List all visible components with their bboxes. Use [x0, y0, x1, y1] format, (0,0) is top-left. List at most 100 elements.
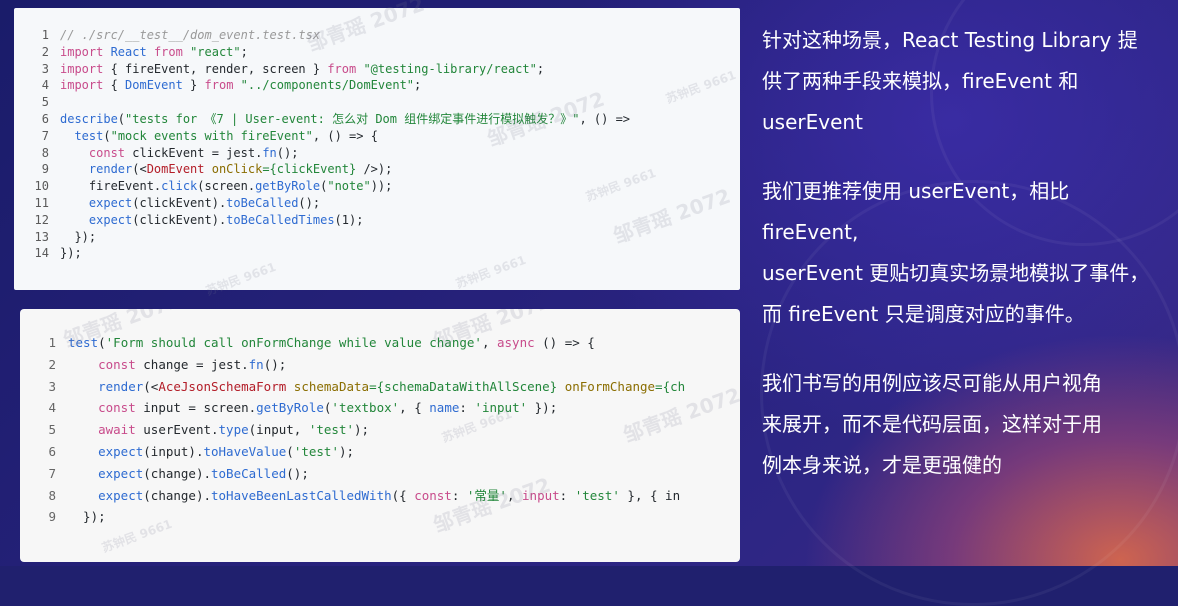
code-token: () => {	[542, 335, 595, 350]
code-token: click	[161, 179, 198, 194]
line-number: 4	[41, 78, 49, 93]
code-line: 5	[14, 94, 740, 111]
line-number: 9	[41, 162, 49, 177]
line-number: 8	[41, 145, 49, 160]
paragraph: 我们更推荐使用 userEvent，相比 fireEvent, userEven…	[762, 171, 1172, 335]
code-token: from	[327, 61, 364, 76]
line-number: 13	[34, 229, 49, 244]
code-token: React	[110, 44, 154, 59]
code-line: 4 const input = screen.getByRole('textbo…	[20, 397, 740, 419]
code-token: fn	[248, 356, 264, 372]
code-token: ({	[391, 487, 415, 503]
code-token: render	[60, 162, 133, 177]
code-token: render	[68, 378, 144, 394]
code-token: const	[60, 145, 133, 160]
code-token: "@testing-library/react"	[363, 61, 537, 76]
code-token: ;	[536, 61, 545, 76]
code-token: (	[103, 128, 111, 143]
code-token: getByRole	[256, 400, 324, 416]
code-token: , {	[399, 400, 430, 416]
code-token: const	[414, 487, 452, 503]
code-token: type	[218, 422, 249, 438]
code-line: 2 import React from "react";	[14, 44, 740, 61]
text-line: 我们更推荐使用 userEvent，相比	[762, 179, 1070, 203]
code-token: input	[522, 487, 560, 503]
code-lines: 1 test('Form should call onFormChange whi…	[20, 332, 740, 528]
code-token: expect	[60, 195, 133, 210]
code-token: (clickEvent).	[132, 195, 227, 210]
code-token: (	[98, 335, 106, 350]
code-line: 13 });	[14, 229, 740, 246]
code-line: 9 render(<DomEvent onClick={clickEvent} …	[14, 161, 740, 178]
code-token: ,	[506, 487, 523, 503]
code-token: ={ch	[655, 378, 686, 394]
code-token: '常量'	[466, 487, 507, 503]
code-token: );	[338, 443, 355, 459]
code-token: "note"	[327, 179, 371, 194]
code-token: (change).	[143, 465, 211, 481]
code-line: 8 expect(change).toHaveBeenLastCalledWit…	[20, 485, 740, 507]
line-number: 1	[48, 335, 56, 350]
code-token: AceJsonSchemaForm	[158, 378, 294, 394]
line-number: 1	[41, 28, 49, 42]
code-block-form-change-test: 1 test('Form should call onFormChange whi…	[20, 309, 740, 562]
code-lines: 1 // ./src/__test__/dom_event.test.tsx 2 im…	[14, 27, 740, 262]
line-number: 14	[34, 246, 49, 261]
line-number: 3	[41, 61, 49, 76]
code-token: "react"	[190, 44, 241, 59]
code-token: test	[60, 128, 104, 143]
code-token: );	[354, 422, 370, 438]
code-token: userEvent.	[143, 422, 219, 438]
code-token: ;	[240, 44, 248, 59]
code-token: :	[559, 487, 575, 503]
text-line: 针对这种场景，React Testing Library 提	[762, 28, 1138, 52]
text-line: 例本身来说，才是更强健的	[762, 453, 1002, 477]
line-number: 10	[34, 179, 49, 194]
line-number: 11	[34, 195, 49, 210]
code-token: }	[182, 78, 205, 93]
code-token: test	[68, 335, 99, 350]
code-token: describe	[60, 111, 118, 126]
code-token: ={clickEvent}	[262, 162, 357, 177]
code-token: onFormChange	[564, 378, 656, 394]
code-line: 1 // ./src/__test__/dom_event.test.tsx	[14, 27, 740, 44]
line-number: 6	[48, 443, 56, 459]
code-line: 6 describe("tests for 《7 | User-event: 怎么…	[14, 111, 740, 128]
code-token: fireEvent	[60, 179, 154, 194]
code-token: (	[286, 443, 294, 459]
code-token: (change).	[143, 487, 211, 503]
text-line: 我们书写的用例应该尽可能从用户视角	[762, 371, 1102, 395]
text-line: fireEvent,	[762, 220, 859, 244]
code-token: 'input'	[474, 400, 528, 416]
code-token: DomEvent	[146, 162, 212, 177]
code-token: toHaveBeenLastCalledWith	[211, 487, 392, 503]
code-token: }, { in	[619, 487, 681, 503]
code-token: DomEvent	[125, 78, 183, 93]
code-token: from	[204, 78, 241, 93]
line-number: 2	[41, 44, 49, 59]
code-token: ();	[263, 356, 287, 372]
line-number: 5	[41, 95, 49, 110]
line-number: 5	[48, 422, 56, 438]
line-number: 9	[48, 509, 56, 525]
code-line: 5 await userEvent.type(input, 'test');	[20, 419, 740, 441]
code-token: import	[60, 61, 111, 76]
code-line: 4 import { DomEvent } from "../components…	[14, 77, 740, 94]
text-line: 来展开，而不是代码层面，这样对于用	[762, 412, 1102, 436]
code-token: (clickEvent).	[132, 212, 227, 227]
code-line: 3 import { fireEvent, render, screen } fr…	[14, 61, 740, 78]
code-token: "mock events with fireEvent"	[110, 128, 313, 143]
code-token: 'Form should call onFormChange while val…	[105, 335, 482, 350]
text-line: userEvent	[762, 110, 863, 134]
code-token: // ./src/__test__/dom_event.test.tsx	[60, 28, 321, 42]
code-line: 10 fireEvent.click(screen.getByRole("not…	[14, 178, 740, 195]
code-token: getByRole	[255, 179, 321, 194]
code-token: :	[451, 487, 467, 503]
code-token: (	[117, 111, 126, 126]
code-token: });	[527, 400, 558, 416]
code-line: 14});	[14, 245, 740, 262]
code-token: ));	[370, 179, 393, 194]
code-token: ,	[481, 335, 497, 350]
code-token: expect	[68, 465, 144, 481]
line-number: 4	[48, 400, 56, 416]
